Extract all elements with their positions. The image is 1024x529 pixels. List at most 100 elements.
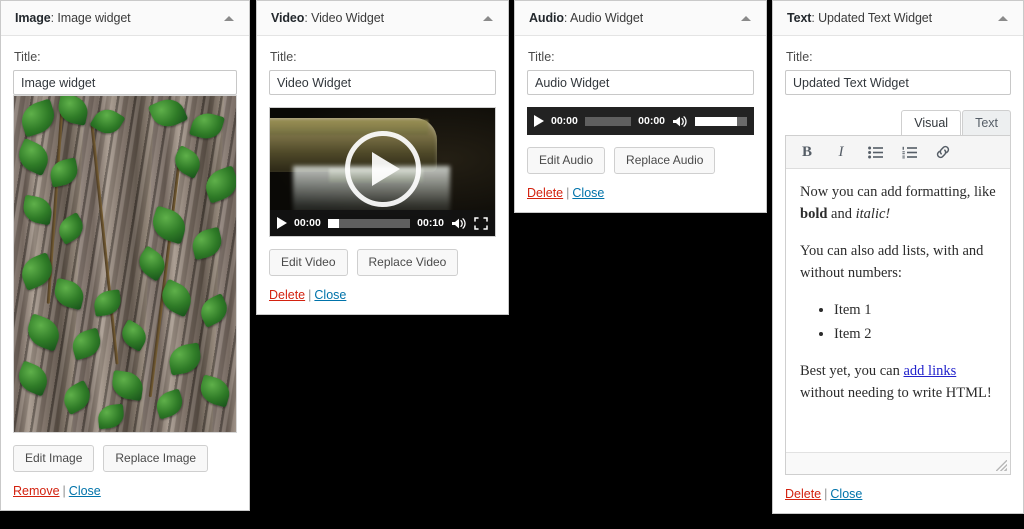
- video-widget-name-label: Video Widget: [311, 11, 384, 25]
- audio-widget-header-title: Audio: Audio Widget: [529, 11, 643, 25]
- play-icon[interactable]: [534, 115, 544, 127]
- text-widget-header-title: Text: Updated Text Widget: [787, 11, 932, 25]
- tab-text[interactable]: Text: [962, 110, 1011, 135]
- replace-audio-button[interactable]: Replace Audio: [614, 147, 716, 175]
- video-progress-slider[interactable]: [327, 218, 411, 228]
- audio-volume-slider[interactable]: [695, 116, 747, 126]
- audio-duration: 00:00: [638, 115, 665, 127]
- audio-widget-button-row: Edit Audio Replace Audio: [527, 147, 754, 175]
- play-overlay-icon[interactable]: [344, 131, 421, 208]
- editor-content-area[interactable]: Now you can add formatting, like bold an…: [786, 169, 1010, 452]
- video-progress-handle[interactable]: [327, 218, 339, 228]
- audio-widget-link-row: Delete | Close: [527, 186, 754, 200]
- image-widget-body: Title: Image widget Edit Image Replace I…: [1, 36, 249, 510]
- chevron-up-icon[interactable]: [995, 10, 1011, 26]
- replace-video-button[interactable]: Replace Video: [356, 249, 459, 277]
- image-widget-type-label: Image: [15, 11, 51, 25]
- editor-p1-text-before-bold: Now you can add formatting, like: [800, 184, 996, 200]
- image-widget-preview[interactable]: [13, 95, 237, 433]
- image-link-separator: |: [62, 484, 66, 499]
- editor-toolbar: B I: [786, 136, 1010, 169]
- editor-p1-text-between: and: [827, 206, 856, 223]
- video-widget-panel: Video: Video Widget Title: 00:00: [256, 0, 509, 316]
- image-widget-link-row: Remove | Close: [13, 484, 237, 498]
- edit-video-button[interactable]: Edit Video: [269, 249, 348, 277]
- screenshot-stage: Image: Image widget Title: Image widget …: [0, 0, 1024, 529]
- delete-video-link[interactable]: Delete: [269, 288, 305, 302]
- volume-icon[interactable]: [451, 217, 467, 230]
- editor-italic-text: italic!: [855, 206, 891, 223]
- editor-p3-text-after-link: without needing to write HTML!: [800, 385, 992, 402]
- editor-add-links-link[interactable]: add links: [904, 363, 957, 379]
- volume-icon[interactable]: [672, 115, 688, 128]
- audio-widget-name-label: Audio Widget: [569, 11, 644, 25]
- text-link-separator: |: [824, 487, 828, 501]
- text-title-input[interactable]: [785, 70, 1011, 95]
- edit-audio-button[interactable]: Edit Audio: [527, 147, 606, 175]
- edit-image-button[interactable]: Edit Image: [13, 445, 95, 473]
- text-title-label: Title:: [786, 50, 813, 64]
- play-icon[interactable]: [277, 217, 287, 229]
- rich-text-editor: B I Now you can add formatting, like bol…: [785, 135, 1011, 475]
- audio-title-label: Title:: [528, 50, 555, 64]
- audio-widget-panel: Audio: Audio Widget Title: 00:00 00:00: [514, 0, 767, 214]
- audio-link-separator: |: [566, 186, 570, 201]
- video-current-time: 00:00: [294, 217, 321, 229]
- link-icon[interactable]: [933, 141, 953, 163]
- image-title-input[interactable]: [13, 70, 237, 95]
- video-title-input[interactable]: [269, 70, 496, 95]
- audio-widget-body: Title: 00:00 00:00 Edit Audio Replace Au: [515, 36, 766, 212]
- video-title-label: Title:: [270, 50, 297, 64]
- chevron-up-icon[interactable]: [738, 10, 754, 26]
- delete-audio-link[interactable]: Delete: [527, 186, 563, 200]
- text-widget-panel: Text: Updated Text Widget Title: Visual …: [772, 0, 1024, 514]
- video-link-separator: |: [308, 288, 312, 303]
- text-widget-link-row: Delete | Close: [785, 487, 1011, 501]
- image-widget-header[interactable]: Image: Image widget: [1, 1, 249, 36]
- audio-current-time: 00:00: [551, 115, 578, 127]
- unordered-list-icon[interactable]: [865, 141, 885, 163]
- video-widget-button-row: Edit Video Replace Video: [269, 249, 496, 277]
- list-item: Item 1: [834, 299, 996, 321]
- bold-icon[interactable]: B: [797, 141, 817, 163]
- audio-progress-slider[interactable]: [584, 116, 632, 126]
- close-text-widget-link[interactable]: Close: [830, 487, 862, 501]
- editor-bold-text: bold: [800, 206, 828, 223]
- audio-widget-header[interactable]: Audio: Audio Widget: [515, 1, 766, 36]
- editor-resize-handle[interactable]: [996, 460, 1007, 471]
- chevron-up-icon[interactable]: [480, 10, 496, 26]
- list-item: Item 2: [834, 323, 996, 345]
- image-widget-header-title: Image: Image widget: [15, 11, 131, 25]
- video-widget-preview[interactable]: 00:00 00:10: [269, 107, 496, 237]
- video-widget-link-row: Delete | Close: [269, 288, 496, 302]
- ivy-leaves: [14, 96, 236, 432]
- video-widget-header[interactable]: Video: Video Widget: [257, 1, 508, 36]
- audio-title-input[interactable]: [527, 70, 754, 95]
- close-image-widget-link[interactable]: Close: [69, 484, 101, 498]
- editor-paragraph-1: Now you can add formatting, like bold an…: [800, 181, 996, 226]
- close-audio-widget-link[interactable]: Close: [572, 186, 604, 200]
- italic-icon[interactable]: I: [831, 141, 851, 163]
- audio-player-controls: 00:00 00:00: [527, 107, 754, 135]
- video-widget-body: Title: 00:00 00:10: [257, 36, 508, 314]
- remove-image-link[interactable]: Remove: [13, 484, 60, 498]
- video-duration: 00:10: [417, 217, 444, 229]
- editor-paragraph-3: Best yet, you can add links without need…: [800, 360, 996, 405]
- video-player-controls: 00:00 00:10: [270, 210, 495, 236]
- editor-bullet-list: Item 1 Item 2: [800, 299, 996, 346]
- text-widget-type-label: Text: [787, 11, 812, 25]
- editor-p3-text-before-link: Best yet, you can: [800, 362, 904, 379]
- close-video-widget-link[interactable]: Close: [314, 288, 346, 302]
- moss-layer: [270, 119, 428, 135]
- chevron-up-icon[interactable]: [221, 10, 237, 26]
- video-widget-type-label: Video: [271, 11, 305, 25]
- video-widget-header-title: Video: Video Widget: [271, 11, 384, 25]
- fullscreen-icon[interactable]: [474, 216, 488, 230]
- replace-image-button[interactable]: Replace Image: [103, 445, 209, 473]
- delete-text-widget-link[interactable]: Delete: [785, 487, 821, 501]
- tab-visual[interactable]: Visual: [901, 110, 962, 135]
- ordered-list-icon[interactable]: [899, 141, 919, 163]
- text-widget-header[interactable]: Text: Updated Text Widget: [773, 1, 1023, 36]
- image-widget-panel: Image: Image widget Title: Image widget …: [0, 0, 250, 512]
- audio-widget-type-label: Audio: [529, 11, 564, 25]
